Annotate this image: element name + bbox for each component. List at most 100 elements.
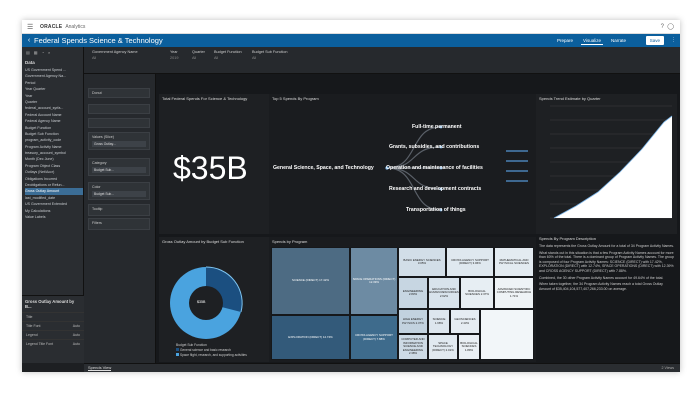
canvas: Total Federal Spends For Science & Techn… xyxy=(156,74,680,363)
description-title: Spends By Program Description xyxy=(539,236,596,241)
viz-type-drop[interactable]: Donut xyxy=(88,88,150,98)
grammar-empty[interactable] xyxy=(88,118,150,128)
save-button[interactable]: Save xyxy=(645,36,664,45)
legend-label: General science and basic research xyxy=(180,348,231,352)
more-icon[interactable]: ⋮ xyxy=(671,37,676,43)
property-row[interactable]: Title xyxy=(22,312,84,321)
color-drop[interactable]: Color Budget Sub... xyxy=(88,182,150,200)
treemap-cell[interactable]: ENGINEERING 2.83% xyxy=(398,277,428,309)
filter-label: Budget Function xyxy=(214,50,242,54)
property-label: Legend Title Font xyxy=(26,342,54,346)
grammar-chip[interactable]: Budget Sub... xyxy=(92,167,146,173)
grammar-empty[interactable] xyxy=(88,104,150,114)
treemap-cell[interactable]: BIOLOGICAL SCIENCES 2.37% xyxy=(460,277,494,309)
treemap-cell[interactable]: SCIENCE (DIRECT) 17.42% xyxy=(271,247,350,315)
filter-label: Budget Sub Function xyxy=(252,50,288,54)
property-row[interactable]: Title Font Auto xyxy=(22,321,84,330)
tooltip-drop[interactable]: Tooltip xyxy=(88,204,150,216)
sankey-target-label: Research and development contracts xyxy=(389,186,482,192)
kpi-panel[interactable]: Total Federal Spends For Science & Techn… xyxy=(159,94,269,234)
treemap-cell[interactable]: SPACE OPERATIONS (DIRECT) 12.39% xyxy=(350,247,398,315)
filter-agency[interactable]: Government Agency Name All xyxy=(92,50,138,60)
treemap-cell[interactable]: CROSS AGENCY SUPPORT (DIRECT) 7.88% xyxy=(350,315,398,360)
description-paragraph: The data represents the Gross Outlay Amo… xyxy=(539,244,675,248)
trend-panel[interactable]: Spends Trend Estimate by Quarter xyxy=(536,94,677,234)
description-paragraph: When taken together, the 34 Program Acti… xyxy=(539,282,663,291)
grammar-label: Filters xyxy=(92,221,102,225)
product-name: Analytics xyxy=(65,23,86,30)
filter-value: All xyxy=(252,56,257,60)
sankey-panel[interactable]: Top 5 Spends By Program General Science,… xyxy=(269,94,536,234)
visualizations-icon[interactable]: ▦ xyxy=(34,50,38,58)
help-icon[interactable]: ? ◯ xyxy=(661,23,674,30)
tab-visualize[interactable]: Visualize xyxy=(581,37,603,45)
filter-quarter[interactable]: Quarter All xyxy=(192,50,205,60)
kpi-value: $35B xyxy=(173,150,248,186)
tab-narrate[interactable]: Narrate xyxy=(609,37,628,45)
treemap-title: Spends by Program xyxy=(272,239,308,244)
treemap-cell[interactable]: EDUCATION AND HUMAN RESOURCES 2.62% xyxy=(428,277,460,309)
back-icon[interactable]: ‹ xyxy=(24,37,34,44)
panel-toolbar: ▤ ▦ ◔ ⌕ xyxy=(22,50,84,58)
values-drop[interactable]: Values (Slice) Gross Outlay... xyxy=(88,132,150,150)
brand-logo: ORACLE xyxy=(40,23,63,30)
description-panel[interactable]: Spends By Program Description The data r… xyxy=(536,234,677,362)
filter-budget-function[interactable]: Budget Function All xyxy=(214,50,242,60)
filter-label: Quarter xyxy=(192,50,205,54)
data-panel-header: Data xyxy=(25,60,35,65)
treemap-cell[interactable]: SCIENCE 1.68% xyxy=(428,309,450,334)
sankey-target-label: Operation and maintenance of facilities xyxy=(386,165,483,171)
page-title: Federal Spends Science & Technology xyxy=(34,36,163,45)
tab-prepare[interactable]: Prepare xyxy=(555,37,575,45)
treemap-panel[interactable]: Spends by Program SCIENCE (DIRECT) 17.42… xyxy=(269,237,536,362)
title-bar: ‹ Federal Spends Science & Technology Pr… xyxy=(22,34,680,47)
treemap-cell-small[interactable] xyxy=(480,309,534,360)
grammar-chip[interactable]: Budget Sub... xyxy=(92,191,146,197)
treemap-cell[interactable]: CROSS AGENCY SUPPORT (DIRECT) 3.06% xyxy=(446,247,494,277)
view-count: 2 Views xyxy=(661,366,674,370)
donut-panel[interactable]: Gross Outlay Amount by Budget Sub Functi… xyxy=(159,237,269,362)
app-window: ☰ ORACLE Analytics ? ◯ ‹ Federal Spends … xyxy=(22,20,680,372)
filter-value: All xyxy=(192,56,197,60)
search-icon[interactable]: ⌕ xyxy=(48,50,50,58)
description-text: The data represents the Gross Outlay Amo… xyxy=(539,244,674,291)
treemap-cell[interactable]: BASIC ENERGY SCIENCES 3.05% xyxy=(398,247,446,277)
treemap-cell[interactable]: ADVANCED SCIENTIFIC COMPUTING RESEARCH 1… xyxy=(494,277,534,309)
legend-swatch xyxy=(176,348,179,351)
filter-value: 2019 xyxy=(170,56,179,60)
treemap-cell[interactable]: MATHEMATICAL AND PHYSICAL SCIENCES xyxy=(494,247,534,277)
donut-legend-title: Budget Sub Function xyxy=(176,343,207,347)
property-label: Title Font xyxy=(26,324,41,328)
sankey-target-label: Transportation of things xyxy=(406,207,466,213)
treemap-cell[interactable]: EXPLORATION (DIRECT) 12.74% xyxy=(271,315,350,360)
analytics-icon[interactable]: ◔ xyxy=(42,50,44,58)
filter-budget-sub-function[interactable]: Budget Sub Function All xyxy=(252,50,287,60)
treemap-cell[interactable]: SPACE TECHNOLOGY (DIRECT) 2.01% xyxy=(428,334,458,360)
treemap-cell[interactable]: HIGH ENERGY PHYSICS 2.37% xyxy=(398,309,428,334)
legend-swatch xyxy=(176,353,179,356)
grammar-label: Tooltip xyxy=(92,207,103,211)
hamburger-icon[interactable]: ☰ xyxy=(27,23,35,31)
filter-value: All xyxy=(92,56,97,60)
tree-item[interactable]: Value Labels xyxy=(25,214,83,220)
treemap-cell[interactable]: BIOLOGICAL SCIENCES 1.89% xyxy=(458,334,480,360)
property-label: Title xyxy=(26,315,33,319)
property-row[interactable]: Legend Title Font Auto xyxy=(22,339,84,348)
sankey-target-label: Full-time permanent xyxy=(412,124,462,130)
filter-value: All xyxy=(214,56,219,60)
sankey-links xyxy=(385,125,528,212)
treemap-cell[interactable]: GEOSCIENCES 2.43% xyxy=(450,309,480,334)
property-label: Legend xyxy=(26,333,38,337)
filters-drop[interactable]: Filters xyxy=(88,218,150,230)
donut-legend-item: Space flight, research, and supporting a… xyxy=(176,353,247,357)
property-value[interactable]: Auto xyxy=(73,340,80,349)
properties-panel: Gross Outlay Amount by B... Title Title … xyxy=(22,295,84,363)
grammar-chip[interactable]: Gross Outlay... xyxy=(92,141,146,147)
category-drop[interactable]: Category Budget Sub... xyxy=(88,158,150,176)
treemap-cell[interactable]: COMPUTER AND INFORMATION SCIENCE AND ENG… xyxy=(398,334,428,360)
kpi-title: Total Federal Spends For Science & Techn… xyxy=(162,96,248,101)
filter-year[interactable]: Year 2019 xyxy=(170,50,178,60)
canvas-tab[interactable]: Spends View xyxy=(88,365,112,371)
property-row[interactable]: Legend Auto xyxy=(22,330,84,339)
data-icon[interactable]: ▤ xyxy=(26,50,30,58)
